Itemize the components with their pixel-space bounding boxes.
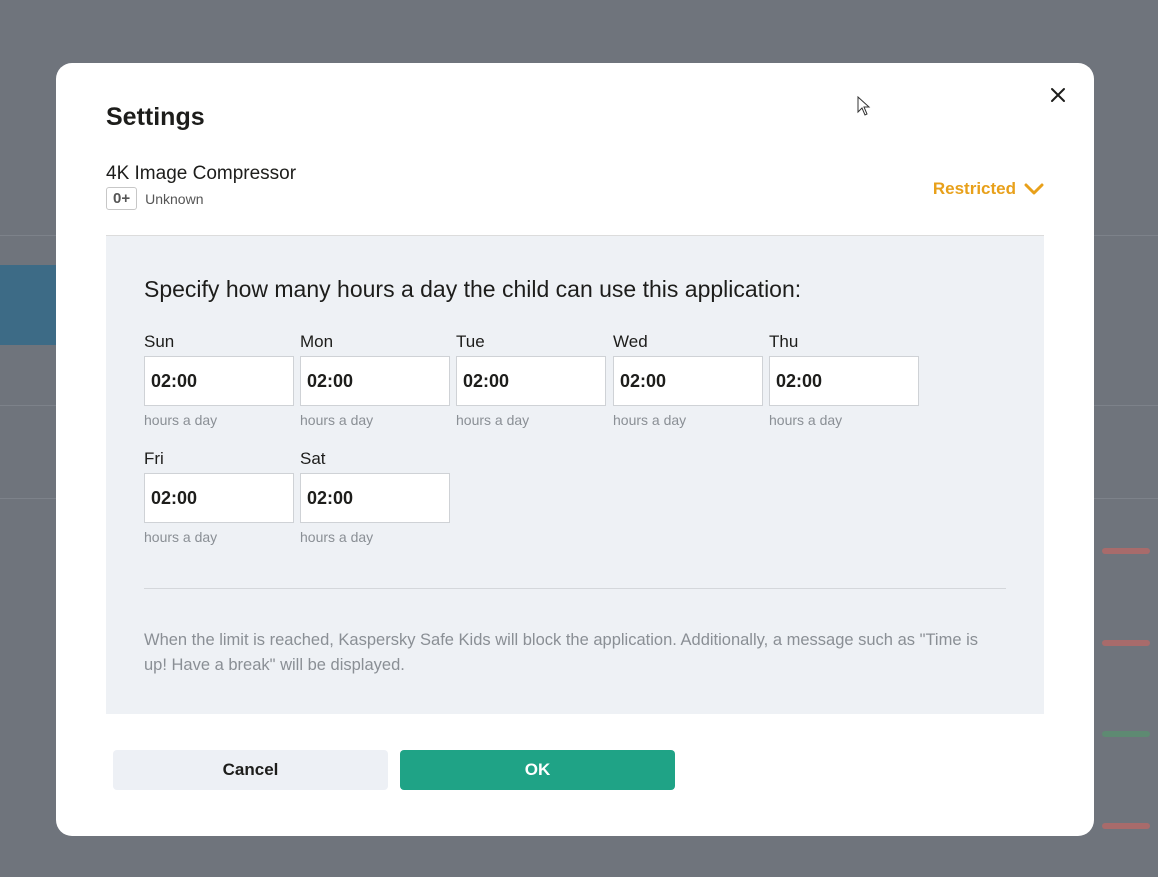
day-hint: hours a day [300, 529, 374, 545]
restriction-status-dropdown[interactable]: Restricted [933, 179, 1044, 199]
limit-reached-note: When the limit is reached, Kaspersky Saf… [144, 631, 978, 674]
day-hours-input-wed[interactable] [613, 356, 763, 406]
close-button[interactable] [1046, 83, 1070, 107]
day-hours-input-fri[interactable] [144, 473, 294, 523]
dialog-title: Settings [106, 103, 205, 131]
day-limit-tue: Tue hours a day [456, 332, 606, 428]
day-limit-wed: Wed hours a day [613, 332, 763, 428]
day-hours-input-thu[interactable] [769, 356, 919, 406]
background-status-pill [1102, 640, 1150, 646]
day-label: Fri [144, 449, 164, 468]
day-limit-thu: Thu hours a day [769, 332, 919, 428]
day-label: Tue [456, 332, 485, 351]
panel-divider [144, 588, 1006, 589]
age-rating-row: 0+ Unknown [106, 187, 203, 210]
cancel-button[interactable]: Cancel [113, 750, 388, 790]
background-thumbnail [0, 265, 56, 345]
chevron-down-icon [1024, 183, 1044, 195]
day-hint: hours a day [613, 412, 687, 428]
day-hint: hours a day [144, 412, 218, 428]
day-label: Thu [769, 332, 799, 351]
mouse-pointer-icon [857, 96, 871, 116]
day-hint: hours a day [300, 412, 374, 428]
day-hours-input-sat[interactable] [300, 473, 450, 523]
app-name: 4K Image Compressor [106, 163, 297, 184]
day-hours-input-sun[interactable] [144, 356, 294, 406]
age-rating-text: Unknown [145, 190, 204, 207]
close-icon [1051, 88, 1065, 102]
day-limit-sun: Sun hours a day [144, 332, 294, 428]
day-label: Sun [144, 332, 175, 351]
day-hours-input-tue[interactable] [456, 356, 606, 406]
settings-dialog: Settings 4K Image Compressor 0+ Unknown … [56, 63, 1094, 836]
age-rating-badge: 0+ [106, 187, 138, 210]
day-hint: hours a day [456, 412, 530, 428]
day-hint: hours a day [769, 412, 843, 428]
day-limit-sat: Sat hours a day [300, 449, 450, 545]
day-limit-fri: Fri hours a day [144, 449, 294, 545]
time-limit-instruction: Specify how many hours a day the child c… [144, 276, 802, 302]
ok-button[interactable]: OK [400, 750, 675, 790]
day-label: Mon [300, 332, 334, 351]
day-label: Sat [300, 449, 326, 468]
day-label: Wed [613, 332, 648, 351]
background-status-pill [1102, 731, 1150, 737]
background-status-pill [1102, 548, 1150, 554]
time-limit-panel: Specify how many hours a day the child c… [106, 235, 1044, 714]
day-hours-input-mon[interactable] [300, 356, 450, 406]
day-hint: hours a day [144, 529, 218, 545]
restriction-status-label: Restricted [932, 179, 1016, 198]
day-limit-mon: Mon hours a day [300, 332, 450, 428]
background-status-pill [1102, 823, 1150, 829]
